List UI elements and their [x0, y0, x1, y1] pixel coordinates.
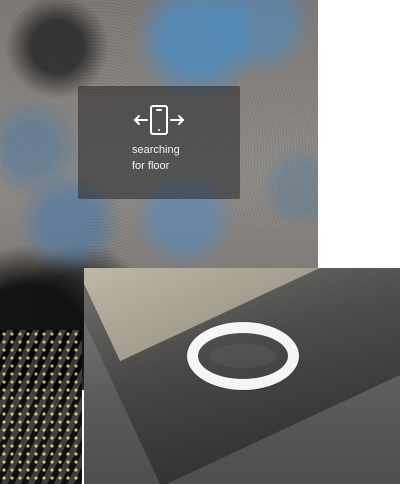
ar-hint-card: searching for floor	[78, 86, 240, 199]
reticle-inner	[209, 344, 277, 368]
ar-hint-line-1: searching	[132, 144, 180, 156]
ar-hint-text: searching for floor	[132, 142, 242, 174]
placement-reticle[interactable]	[187, 322, 299, 390]
tactile-paving	[0, 330, 82, 484]
phone-move-left-right-icon	[129, 100, 189, 140]
white-gutter-right	[318, 0, 400, 268]
ar-hint-line-2: for floor	[132, 160, 170, 172]
